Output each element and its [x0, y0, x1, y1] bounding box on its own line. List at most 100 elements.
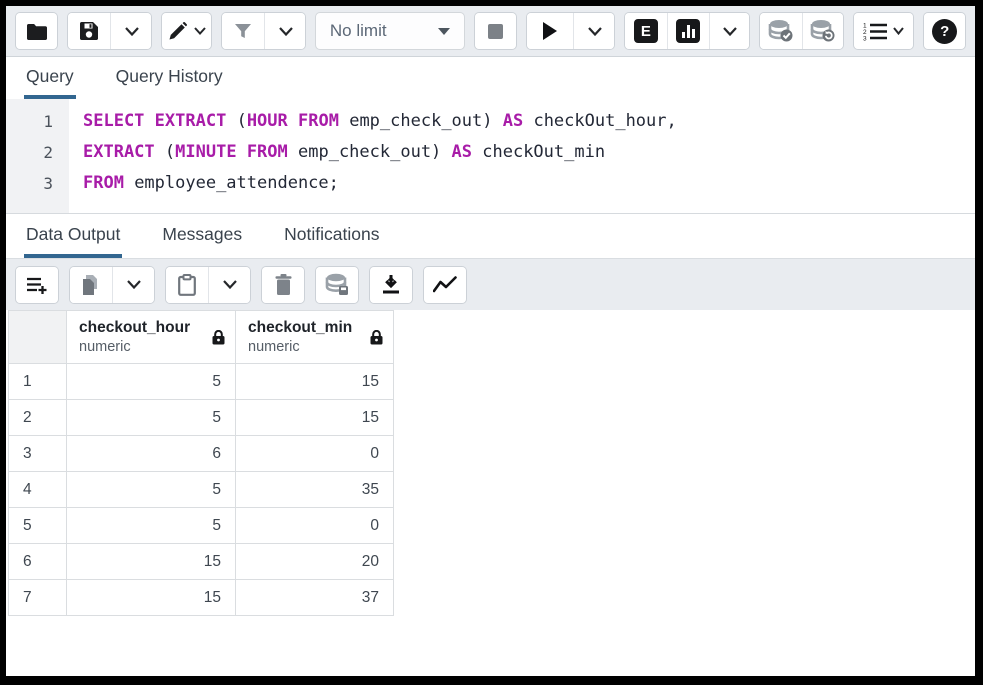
row-number-cell[interactable]: 6: [9, 544, 67, 580]
data-cell[interactable]: 15: [67, 580, 236, 616]
data-cell[interactable]: 0: [236, 436, 394, 472]
database-rollback-icon: [810, 19, 836, 43]
row-limit-value: No limit: [330, 21, 387, 41]
sql-code-area[interactable]: SELECT EXTRACT (HOUR FROM emp_check_out)…: [69, 99, 975, 213]
row-limit-dropdown[interactable]: No limit: [315, 12, 465, 50]
line-number: 2: [6, 137, 69, 168]
chevron-down-icon: [127, 280, 141, 289]
line-number: 1: [6, 106, 69, 137]
copy-group: [69, 266, 155, 304]
sql-line[interactable]: EXTRACT (MINUTE FROM emp_check_out) AS c…: [83, 137, 975, 168]
pencil-icon: [168, 22, 187, 41]
chevron-down-icon: [223, 280, 237, 289]
column-name: checkout_min: [248, 318, 352, 338]
filter-dropdown-button[interactable]: [264, 13, 306, 49]
open-file-button[interactable]: [16, 13, 58, 49]
save-icon: [79, 21, 99, 41]
paste-button[interactable]: [166, 267, 208, 303]
row-number-cell[interactable]: 1: [9, 364, 67, 400]
line-number: 3: [6, 168, 69, 199]
svg-text:3: 3: [863, 36, 867, 42]
copy-dropdown-button[interactable]: [112, 267, 154, 303]
save-group: [67, 12, 152, 50]
corner-cell[interactable]: [9, 311, 67, 364]
help-button[interactable]: ?: [924, 13, 966, 49]
column-name: checkout_hour: [79, 318, 190, 338]
pgadmin-query-tool: No limit E: [6, 6, 975, 676]
table-row: 1515: [9, 364, 394, 400]
open-file-group: [15, 12, 58, 50]
row-number-cell[interactable]: 5: [9, 508, 67, 544]
data-cell[interactable]: 15: [236, 364, 394, 400]
data-cell[interactable]: 35: [236, 472, 394, 508]
add-row-button[interactable]: [16, 267, 58, 303]
download-button[interactable]: [370, 267, 412, 303]
column-header-checkout-hour[interactable]: checkout_hour numeric: [67, 311, 236, 364]
edit-button[interactable]: [162, 13, 211, 49]
transaction-group: [759, 12, 844, 50]
add-row-group: [15, 266, 59, 304]
paste-dropdown-button[interactable]: [208, 267, 250, 303]
data-cell[interactable]: 0: [236, 508, 394, 544]
save-button[interactable]: [68, 13, 110, 49]
sql-editor[interactable]: 123 SELECT EXTRACT (HOUR FROM emp_check_…: [6, 99, 975, 213]
data-cell[interactable]: 15: [67, 544, 236, 580]
filter-button[interactable]: [222, 13, 264, 49]
data-cell[interactable]: 5: [67, 472, 236, 508]
paste-icon: [178, 274, 196, 296]
data-cell[interactable]: 5: [67, 508, 236, 544]
commit-button[interactable]: [760, 13, 802, 49]
query-toolbar: No limit E: [6, 6, 975, 57]
screenshot-frame: No limit E: [0, 0, 983, 685]
tab-data-output[interactable]: Data Output: [24, 214, 122, 258]
table-row: 550: [9, 508, 394, 544]
macro-group: 123: [853, 12, 914, 50]
column-header-checkout-min[interactable]: checkout_min numeric: [236, 311, 394, 364]
data-cell[interactable]: 5: [67, 400, 236, 436]
stop-icon: [488, 24, 503, 39]
delete-row-button[interactable]: [262, 267, 304, 303]
filter-icon: [234, 23, 252, 40]
data-output-panel: checkout_hour numeric checkout_min: [6, 310, 975, 676]
header-row: checkout_hour numeric checkout_min: [9, 311, 394, 364]
editor-tabbar: Query Query History: [6, 57, 975, 99]
data-cell[interactable]: 5: [67, 364, 236, 400]
execute-dropdown-button[interactable]: [573, 13, 615, 49]
execute-button[interactable]: [527, 13, 573, 49]
stop-button[interactable]: [475, 13, 517, 49]
graph-visualiser-button[interactable]: [424, 267, 466, 303]
macro-button[interactable]: 123: [854, 13, 914, 49]
sql-line[interactable]: SELECT EXTRACT (HOUR FROM emp_check_out)…: [83, 106, 975, 137]
table-body: 1515251536045355506152071537: [9, 364, 394, 616]
explain-button[interactable]: E: [625, 13, 667, 49]
save-dropdown-button[interactable]: [110, 13, 152, 49]
row-number-cell[interactable]: 3: [9, 436, 67, 472]
lock-icon: [370, 330, 383, 345]
help-group: ?: [923, 12, 966, 50]
tab-query-history[interactable]: Query History: [114, 57, 225, 99]
data-cell[interactable]: 15: [236, 400, 394, 436]
add-row-icon: [26, 275, 48, 295]
explain-group: E: [624, 12, 750, 50]
stop-group: [474, 12, 517, 50]
row-number-cell[interactable]: 7: [9, 580, 67, 616]
rollback-button[interactable]: [802, 13, 844, 49]
data-cell[interactable]: 37: [236, 580, 394, 616]
help-icon: ?: [932, 19, 957, 44]
row-number-cell[interactable]: 4: [9, 472, 67, 508]
folder-icon: [26, 23, 48, 40]
play-icon: [543, 22, 557, 40]
data-cell[interactable]: 20: [236, 544, 394, 580]
data-cell[interactable]: 6: [67, 436, 236, 472]
sql-line[interactable]: FROM employee_attendence;: [83, 168, 975, 199]
paste-group: [165, 266, 251, 304]
row-number-cell[interactable]: 2: [9, 400, 67, 436]
explain-dropdown-button[interactable]: [709, 13, 750, 49]
copy-button[interactable]: [70, 267, 112, 303]
explain-analyze-button[interactable]: [667, 13, 709, 49]
tab-query[interactable]: Query: [24, 57, 76, 99]
save-data-changes-button[interactable]: [316, 267, 358, 303]
tab-messages[interactable]: Messages: [160, 214, 244, 258]
column-type: numeric: [79, 338, 190, 356]
tab-notifications[interactable]: Notifications: [282, 214, 381, 258]
